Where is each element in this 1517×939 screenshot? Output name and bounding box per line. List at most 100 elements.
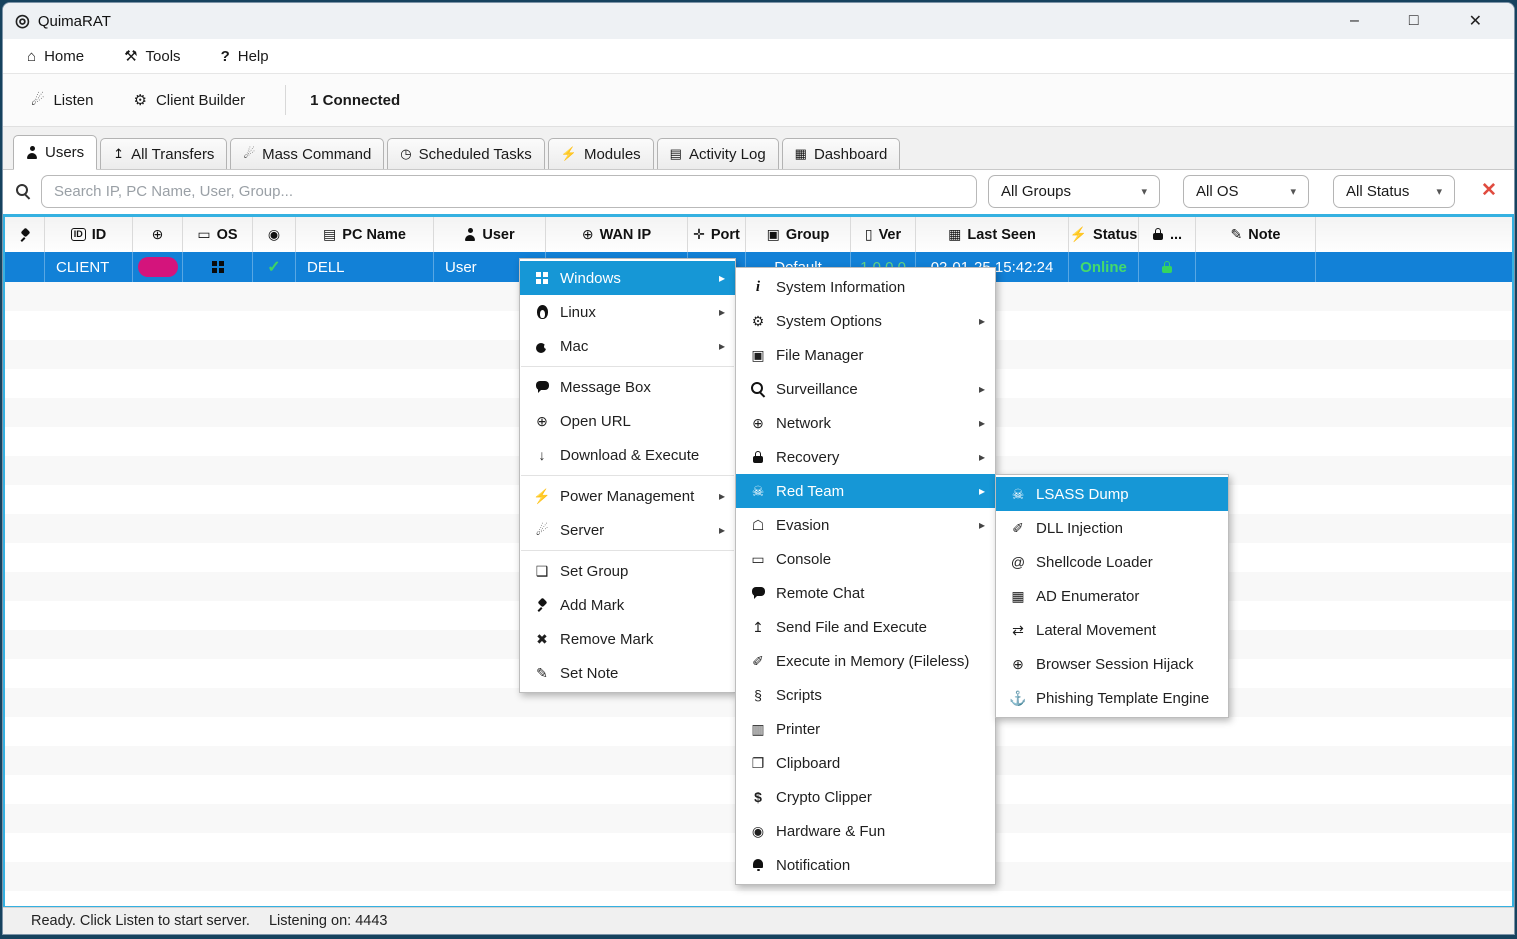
submenu-item-hardware-fun[interactable]: ◉ Hardware & Fun (736, 814, 995, 848)
wrench-icon: ⚙ (133, 91, 146, 109)
menu-item-windows[interactable]: Windows ▸ (520, 261, 735, 295)
chevron-down-icon: ▾ (1436, 185, 1442, 198)
submenu-item-clipboard[interactable]: ❐ Clipboard (736, 746, 995, 780)
redteam-item-lsass-dump[interactable]: ☠ LSASS Dump (996, 477, 1228, 511)
column-label: User (482, 227, 514, 243)
pencil-icon: ✎ (530, 665, 554, 682)
submenu-item-system-options[interactable]: ⚙ System Options ▸ (736, 304, 995, 338)
menu-home[interactable]: ⌂ Home (27, 48, 84, 65)
column-header-pin[interactable] (5, 217, 45, 252)
client-builder-button[interactable]: ⚙ Client Builder (133, 91, 245, 109)
menu-item-set-group[interactable]: ❑ Set Group (520, 554, 735, 588)
column-header-pc-name[interactable]: ▤ PC Name (296, 217, 434, 252)
submenu-item-network[interactable]: ⊕ Network ▸ (736, 406, 995, 440)
toolbar: ☄ Listen ⚙ Client Builder 1 Connected (3, 74, 1514, 127)
column-label: ID (92, 227, 107, 243)
menu-item-label: Recovery (776, 449, 839, 466)
column-header-group[interactable]: ▣ Group (746, 217, 851, 252)
pin-icon (530, 598, 554, 612)
redteam-item-phishing-template-engine[interactable]: ⚓ Phishing Template Engine (996, 681, 1228, 715)
column-header-id[interactable]: ID ID (45, 217, 133, 252)
column-label: Note (1248, 227, 1280, 243)
submenu-item-system-information[interactable]: i System Information (736, 270, 995, 304)
submenu-item-file-manager[interactable]: ▣ File Manager (736, 338, 995, 372)
submenu-item-console[interactable]: ▭ Console (736, 542, 995, 576)
tab-mass-command[interactable]: ☄ Mass Command (230, 138, 384, 169)
menu-item-message-box[interactable]: Message Box (520, 370, 735, 404)
menu-item-power-management[interactable]: ⚡ Power Management ▸ (520, 479, 735, 513)
submenu-item-printer[interactable]: ▥ Printer (736, 712, 995, 746)
column-header-last-seen[interactable]: ▦ Last Seen (916, 217, 1069, 252)
column-header-os[interactable]: ▭ OS (183, 217, 253, 252)
close-button[interactable]: ✕ (1461, 9, 1490, 33)
group-filter-select[interactable]: All Groups ▾ (988, 175, 1160, 208)
column-header-status[interactable]: ⚡ Status (1069, 217, 1139, 252)
menu-item-label: Set Group (560, 563, 628, 580)
menu-item-download-execute[interactable]: ↓ Download & Execute (520, 438, 735, 472)
minimize-button[interactable]: – (1342, 10, 1367, 32)
menu-item-label: Scripts (776, 687, 822, 704)
menu-item-label: Printer (776, 721, 820, 738)
submenu-arrow-icon: ▸ (979, 382, 985, 396)
maximize-button[interactable]: □ (1401, 10, 1427, 32)
column-header-country[interactable]: ⊕ (133, 217, 183, 252)
menu-item-label: Mac (560, 338, 588, 355)
status-filter-select[interactable]: All Status ▾ (1333, 175, 1455, 208)
download-arrow-icon: ↓ (530, 447, 554, 463)
submenu-arrow-icon: ▸ (719, 523, 725, 537)
person-icon (464, 228, 476, 241)
column-header-ver[interactable]: ▯ Ver (851, 217, 916, 252)
redteam-item-shellcode-loader[interactable]: @ Shellcode Loader (996, 545, 1228, 579)
redteam-item-dll-injection[interactable]: ✐ DLL Injection (996, 511, 1228, 545)
os-filter-select[interactable]: All OS ▾ (1183, 175, 1309, 208)
listen-button[interactable]: ☄ Listen (31, 91, 93, 109)
menu-item-server[interactable]: ☄ Server ▸ (520, 513, 735, 547)
menu-help[interactable]: ? Help (221, 48, 269, 65)
submenu-arrow-icon: ▸ (979, 450, 985, 464)
submenu-item-execute-in-memory[interactable]: ✐ Execute in Memory (Fileless) (736, 644, 995, 678)
money-bag-icon: $ (746, 789, 770, 805)
person-icon (26, 146, 38, 159)
submenu-item-scripts[interactable]: § Scripts (736, 678, 995, 712)
menu-item-set-note[interactable]: ✎ Set Note (520, 656, 735, 690)
redteam-item-ad-enumerator[interactable]: ▦ AD Enumerator (996, 579, 1228, 613)
submenu-item-surveillance[interactable]: Surveillance ▸ (736, 372, 995, 406)
connected-count: 1 Connected (310, 92, 400, 109)
column-header-lock[interactable]: ... (1139, 217, 1196, 252)
menu-item-mac[interactable]: Mac ▸ (520, 329, 735, 363)
submenu-item-send-file-execute[interactable]: ↥ Send File and Execute (736, 610, 995, 644)
submenu-item-red-team[interactable]: ☠ Red Team ▸ (736, 474, 995, 508)
submenu-item-notification[interactable]: Notification (736, 848, 995, 882)
submenu-item-recovery[interactable]: Recovery ▸ (736, 440, 995, 474)
menu-tools[interactable]: ⚒ Tools (124, 47, 180, 65)
search-input[interactable] (41, 175, 977, 208)
menu-item-add-mark[interactable]: Add Mark (520, 588, 735, 622)
info-icon: i (746, 279, 770, 296)
menu-item-linux[interactable]: Linux ▸ (520, 295, 735, 329)
column-header-user[interactable]: User (434, 217, 546, 252)
column-header-note[interactable]: ✎ Note (1196, 217, 1316, 252)
redteam-item-browser-session-hijack[interactable]: ⊕ Browser Session Hijack (996, 647, 1228, 681)
redteam-item-lateral-movement[interactable]: ⇄ Lateral Movement (996, 613, 1228, 647)
submenu-item-remote-chat[interactable]: Remote Chat (736, 576, 995, 610)
column-header-camera[interactable]: ◉ (253, 217, 296, 252)
submenu-item-crypto-clipper[interactable]: $ Crypto Clipper (736, 780, 995, 814)
tab-dashboard-label: Dashboard (814, 146, 887, 163)
tab-modules[interactable]: ⚡ Modules (548, 138, 654, 169)
menu-item-remove-mark[interactable]: ✖ Remove Mark (520, 622, 735, 656)
column-header-port[interactable]: ✛ Port (688, 217, 746, 252)
printer-icon: ▥ (746, 721, 770, 738)
column-header-wan-ip[interactable]: ⊕ WAN IP (546, 217, 688, 252)
tab-users[interactable]: Users (13, 135, 97, 170)
tab-dashboard[interactable]: ▦ Dashboard (782, 138, 901, 169)
globe-icon: ⊕ (530, 413, 554, 430)
clear-filters-button[interactable]: ✕ (1475, 178, 1503, 203)
tab-all-transfers[interactable]: ↥ All Transfers (100, 138, 227, 169)
menu-item-label: LSASS Dump (1036, 486, 1129, 503)
table-header-row: ID ID ⊕ ▭ OS ◉ ▤ PC Name User ⊕ WAN IP (5, 217, 1512, 252)
ghost-icon: ☖ (746, 517, 770, 534)
menu-item-open-url[interactable]: ⊕ Open URL (520, 404, 735, 438)
tab-scheduled-tasks[interactable]: ◷ Scheduled Tasks (387, 138, 544, 169)
tab-activity-log[interactable]: ▤ Activity Log (657, 138, 779, 169)
submenu-item-evasion[interactable]: ☖ Evasion ▸ (736, 508, 995, 542)
